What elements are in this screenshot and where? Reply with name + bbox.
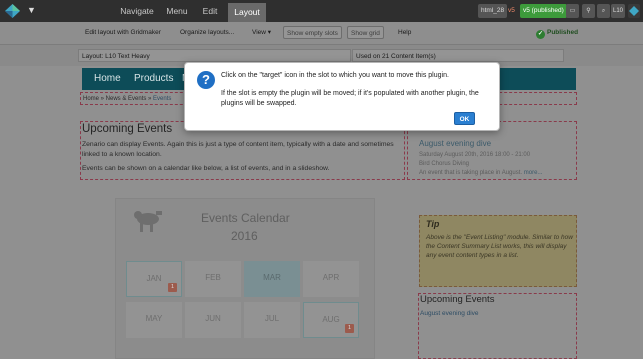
tab-edit[interactable]: Edit	[196, 0, 224, 22]
version-name-badge[interactable]: html_28	[478, 4, 508, 18]
event-date: Saturday August 20th, 2016 18:00 - 21:00	[419, 152, 531, 158]
layout-name-field: Layout: L10 Text Heavy	[78, 49, 351, 62]
event-title-link[interactable]: August evening dive	[419, 139, 491, 148]
month-apr[interactable]: APR	[303, 261, 359, 297]
tip-box: Tip Above is the "Event Listing" module.…	[419, 215, 577, 287]
published-label: Published	[547, 29, 579, 36]
event-description-text: An event that is taking place in August.	[419, 170, 523, 176]
show-grid-button[interactable]: Show grid	[347, 26, 384, 39]
month-label: MAR	[263, 273, 281, 282]
event-count-badge: 1	[168, 283, 177, 292]
event-listing-link[interactable]: August evening dive	[420, 310, 479, 317]
breadcrumb: Home » News & Events » Events	[83, 96, 171, 102]
organize-layouts-button[interactable]: Organize layouts...	[177, 26, 237, 39]
link-icon[interactable]: ⚲	[582, 4, 595, 18]
dialog-message-secondary: If the slot is empty the plugin will be …	[221, 90, 479, 107]
dropdown-menu-icon[interactable]: ▼	[27, 5, 36, 15]
move-plugin-dialog: ? Click on the "target" icon in the slot…	[184, 62, 500, 131]
diver-logo-icon	[134, 211, 162, 232]
help-button[interactable]: Help	[395, 26, 414, 39]
month-jul[interactable]: JUL	[244, 302, 300, 338]
month-jun[interactable]: JUN	[185, 302, 241, 338]
events-calendar: Events Calendar 2016 JAN 1 FEB MAR APR MAY JUN…	[115, 198, 375, 359]
used-on-field[interactable]: Used on 21 Content Item(s)	[352, 49, 564, 62]
event-count-badge: 1	[345, 324, 354, 333]
tab-menu[interactable]: Menu	[163, 0, 191, 22]
month-label: FEB	[205, 273, 221, 282]
event-description: An event that is taking place in August.…	[419, 170, 542, 176]
month-aug[interactable]: AUG 1	[303, 302, 359, 338]
question-icon: ?	[197, 71, 215, 89]
preview-icon[interactable]: ▭	[566, 4, 579, 18]
version-id: v5	[508, 7, 515, 14]
breadcrumb-current: Events	[153, 96, 172, 102]
event-venue: Bird Chorus Diving	[419, 161, 470, 167]
month-label: JAN	[146, 274, 162, 283]
calendar-year: 2016	[231, 229, 258, 243]
published-status: ✓ Published	[533, 26, 581, 39]
month-jan[interactable]: JAN 1	[126, 261, 182, 297]
event-listing-title: Upcoming Events	[420, 294, 495, 305]
nav-home[interactable]: Home	[94, 68, 121, 90]
admin-toolbar: ▼ Navigate Menu Edit Layout html_28 v5 v…	[0, 0, 643, 22]
search-icon[interactable]: ⌕	[597, 4, 610, 18]
view-dropdown[interactable]: View ▾	[249, 26, 274, 39]
month-feb[interactable]: FEB	[185, 261, 241, 297]
calendar-title: Events Calendar	[201, 211, 290, 225]
layout-toolbar: Edit layout with Gridmaker Organize layo…	[0, 22, 643, 44]
month-label: JUN	[205, 314, 221, 323]
dialog-message-primary: Click on the "target" icon in the slot t…	[221, 72, 449, 79]
month-label: AUG	[322, 315, 340, 324]
breadcrumb-path[interactable]: Home » News & Events »	[83, 96, 153, 102]
month-may[interactable]: MAY	[126, 302, 182, 338]
zenario-small-logo-icon[interactable]	[628, 4, 640, 18]
month-mar[interactable]: MAR	[244, 261, 300, 297]
ok-button[interactable]: OK	[454, 112, 475, 125]
tip-title: Tip	[426, 219, 440, 229]
check-icon: ✓	[536, 30, 545, 39]
more-link[interactable]: more...	[524, 170, 543, 176]
tab-navigate[interactable]: Navigate	[112, 0, 162, 22]
zenario-logo-icon[interactable]	[4, 3, 21, 19]
month-label: MAY	[145, 314, 163, 323]
version-status-badge[interactable]: v5 (published)	[520, 4, 567, 18]
show-empty-slots-button[interactable]: Show empty slots	[283, 26, 342, 39]
edit-gridmaker-button[interactable]: Edit layout with Gridmaker	[82, 26, 164, 39]
tab-layout[interactable]: Layout	[228, 3, 266, 22]
nav-products[interactable]: Products	[134, 68, 173, 90]
month-label: JUL	[264, 314, 280, 323]
intro-paragraph: Zenario can display Events. Again this i…	[82, 141, 394, 158]
language-badge[interactable]: L10	[611, 4, 625, 18]
second-paragraph: Events can be shown on a calendar like b…	[82, 165, 330, 172]
page-title: Upcoming Events	[82, 123, 173, 135]
tip-text: Above is the "Event Listing" module. Sim…	[426, 234, 573, 259]
month-label: APR	[322, 273, 340, 282]
